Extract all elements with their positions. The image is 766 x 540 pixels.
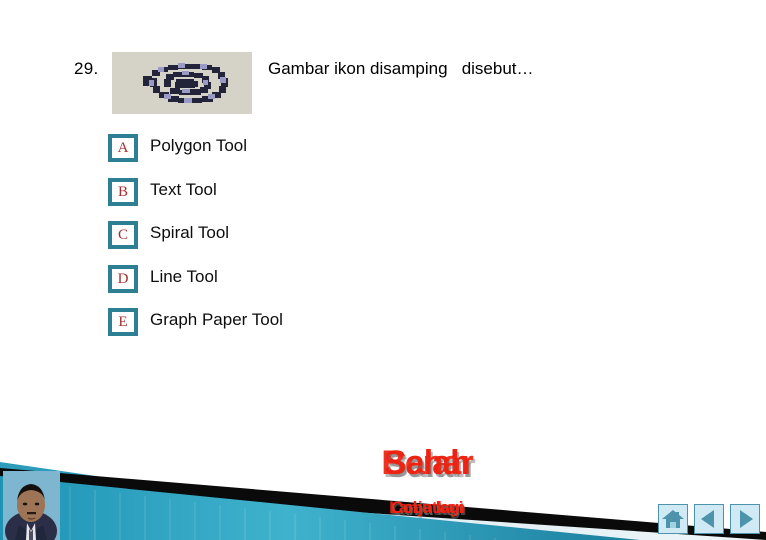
question-text: Gambar ikon disamping disebut… [268, 59, 534, 78]
option-d-label[interactable]: Line Tool [150, 267, 218, 287]
navigation-bar [658, 504, 762, 538]
option-d-key[interactable]: D [108, 264, 138, 293]
spiral-tool-icon [112, 52, 252, 114]
home-button[interactable] [658, 504, 688, 534]
question-number: 29. [74, 59, 99, 78]
answer-options-list: A Polygon Tool B Text Tool C Spiral Tool… [108, 134, 628, 352]
option-c[interactable]: C Spiral Tool [108, 221, 628, 265]
option-b-key[interactable]: B [108, 177, 138, 206]
question-row: 29. Gambar ikon disamping disebut… [0, 52, 766, 122]
feedback-correct-title: Benar [381, 444, 473, 482]
option-e-label[interactable]: Graph Paper Tool [150, 310, 283, 330]
option-e-key[interactable]: E [108, 308, 138, 336]
option-b-label[interactable]: Text Tool [150, 180, 217, 200]
option-a[interactable]: A Polygon Tool [108, 134, 628, 178]
option-c-label[interactable]: Spiral Tool [150, 223, 229, 243]
presenter-photo [3, 471, 60, 540]
option-a-label[interactable]: Polygon Tool [150, 136, 247, 156]
feedback-correct-action[interactable]: Lanjutkan [352, 498, 502, 518]
option-c-key[interactable]: C [108, 221, 138, 249]
option-a-key[interactable]: A [108, 134, 138, 162]
option-e[interactable]: E Graph Paper Tool [108, 308, 628, 352]
previous-button[interactable] [694, 504, 724, 534]
quiz-slide: 29. Gambar ikon disamping disebut… A Pol… [0, 0, 766, 540]
option-d[interactable]: D Line Tool [108, 264, 628, 309]
feedback-overlay: Salah Benar Coba lagi Lanjutkan [352, 444, 502, 530]
option-b[interactable]: B Text Tool [108, 177, 628, 222]
next-button[interactable] [730, 504, 760, 534]
